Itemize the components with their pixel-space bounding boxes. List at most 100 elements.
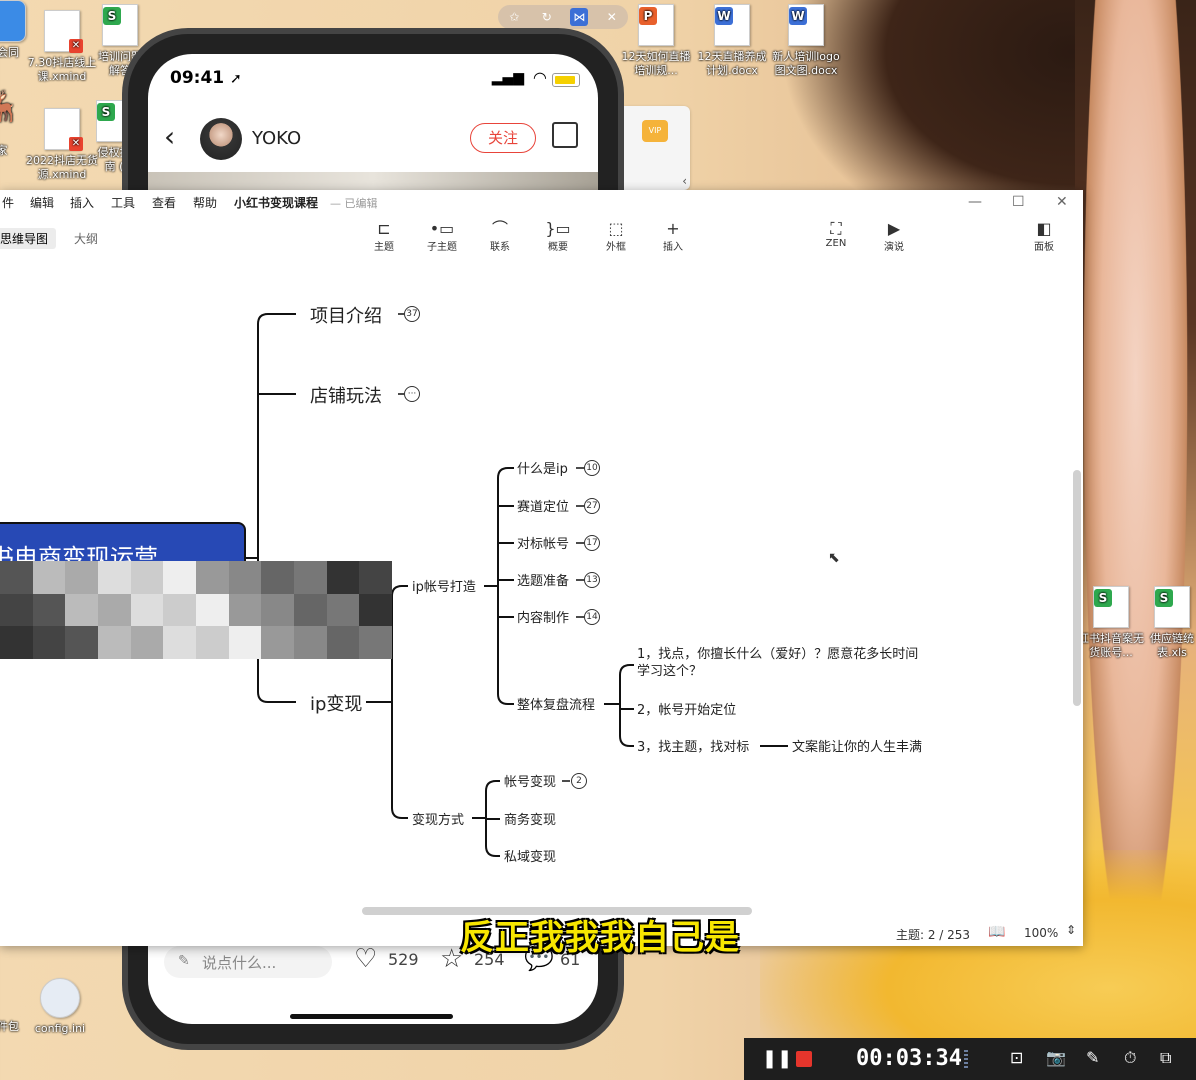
minimize-icon[interactable]: — [968,194,982,210]
zen-icon: ⛶ [830,219,842,238]
home-indicator [290,1014,453,1019]
tab-outline[interactable]: 大纲 [74,230,98,247]
close-icon[interactable]: ✕ [603,8,621,26]
desktop-icon-sheet-4[interactable]: S 供应链统表.xls [1142,586,1196,660]
collapsed-count-badge[interactable]: 14 [584,609,600,625]
desktop-icon-xmind-1[interactable]: ✕ 7.30抖店线上课.xmind [24,10,100,84]
collapsed-count-badge[interactable]: 17 [584,535,600,551]
collapsed-count-badge[interactable]: ··· [404,386,420,402]
recording-timer: 00:03:34 [856,1046,962,1071]
branch-ip-monetize[interactable]: ip变现 [310,690,362,716]
topic-benchmark-account[interactable]: 对标帐号 [517,533,569,552]
heart-icon[interactable]: ♡ [354,944,377,974]
close-window-icon[interactable]: ✕ [1056,194,1068,210]
share-icon[interactable] [552,122,578,148]
ppt-file-icon: P [638,4,674,46]
zoom-level[interactable]: 100% [1024,926,1058,940]
maximize-icon[interactable]: ☐ [1012,194,1025,210]
timer-icon[interactable]: ⏱ [1124,1048,1136,1068]
map-icon[interactable]: 📖 [988,924,1005,940]
menu-view[interactable]: 查看 [152,194,176,211]
mosaic-tile [326,593,360,627]
toolbar-subtopic[interactable]: •▭ 子主题 [422,220,462,254]
toolbar-boundary[interactable]: ⬚ 外框 [596,220,636,254]
step-3-child[interactable]: 文案能让你的人生丰满 [792,736,922,755]
spreadsheet-file-icon: S [1154,586,1190,628]
window-icon[interactable]: ⧉ [1160,1048,1171,1068]
mosaic-tile [261,626,294,659]
pause-icon[interactable]: ❚❚ [762,1048,792,1069]
back-icon[interactable]: ‹ [164,120,175,153]
menu-tools[interactable]: 工具 [111,194,135,211]
mosaic-tile [359,593,392,627]
topic-monetize-methods[interactable]: 变现方式 [412,809,464,828]
refresh-icon[interactable]: ↻ [538,8,556,26]
step-3[interactable]: 3，找主题，找对标 [637,736,749,755]
branch-project-intro[interactable]: 项目介绍 [310,302,382,328]
desktop-icon[interactable]: 件包 [0,1020,46,1034]
toolbar-topic[interactable]: ⊏ 主题 [364,219,404,254]
toolbar-present[interactable]: ▶ 演说 [874,220,914,254]
pen-icon[interactable]: ✎ [1086,1048,1099,1067]
follow-button[interactable]: 关注 [470,123,536,153]
collapsed-count-badge[interactable]: 37 [404,306,420,322]
mosaic-tile [32,561,66,594]
step-2[interactable]: 2，帐号开始定位 [637,699,736,718]
collapsed-count-badge[interactable]: 10 [584,460,600,476]
topic-what-is-ip[interactable]: 什么是ip [517,458,568,477]
topic-track-positioning[interactable]: 赛道定位 [517,496,569,515]
vip-icon: VIP [642,120,668,142]
desktop-icon-word-2[interactable]: W 新人培训logo图文图.docx [768,4,844,78]
topic-private-domain[interactable]: 私域变现 [504,846,556,865]
desktop-icon-sheet-2[interactable]: S 侵权指南 ( [96,100,132,174]
topic-topic-prep[interactable]: 选题准备 [517,570,569,589]
toolbar-zen[interactable]: ⛶ ZEN [816,219,856,250]
menu-insert[interactable]: 插入 [70,194,94,211]
screenshot-region-icon[interactable]: ⊡ [1010,1048,1023,1067]
avatar[interactable] [200,118,242,160]
mindmap-canvas[interactable]: 书电商变现运营 项目介绍 37 店铺玩法 ··· ip变现 ip帐号打造 什么是… [0,260,1072,914]
topic-business-monetize[interactable]: 商务变现 [504,809,556,828]
collapsed-count-badge[interactable]: 2 [571,773,587,789]
comment-input[interactable]: ✎ 说点什么... [164,946,332,978]
desktop-icon-sheet-3[interactable]: S 红书抖音案无货账号... [1076,586,1146,660]
branch-store-play[interactable]: 店铺玩法 [310,382,382,408]
topic-ip-account[interactable]: ip帐号打造 [412,576,476,595]
pin-icon[interactable]: ✩ [505,8,523,26]
vip-card[interactable]: VIP ‹ [618,106,690,190]
toolbar-summary[interactable]: }▭ 概要 [538,220,578,254]
collapsed-count-badge[interactable]: 27 [584,498,600,514]
menu-help[interactable]: 帮助 [193,194,217,211]
screen-recorder-bar: ❚❚ 00:03:34 ⊡ 📷 ✎ ⏱ ⧉ [744,1038,1196,1080]
topic-icon: ⊏ [377,219,391,238]
menu-file[interactable]: 件 [2,194,14,211]
topic-content-creation[interactable]: 内容制作 [517,607,569,626]
gear-file-icon [40,978,80,1018]
mosaic-tile [130,561,164,594]
vertical-scrollbar[interactable] [1073,470,1081,706]
deer-icon: 🦌 [0,89,23,124]
toolbar-panel[interactable]: ◧ 面板 [1024,220,1064,254]
camera-icon[interactable]: 📷 [1046,1048,1066,1067]
username[interactable]: YOKO [252,128,301,149]
collapsed-count-badge[interactable]: 13 [584,572,600,588]
desktop-icon-word-1[interactable]: W 12天直播养成计划.docx [694,4,770,78]
toolbar-relationship[interactable]: ⌒ 联系 [480,220,520,254]
post-image[interactable] [148,172,598,190]
topic-review-process[interactable]: 整体复盘流程 [517,694,595,713]
mosaic-tile [261,593,294,627]
stop-icon[interactable] [796,1051,812,1067]
toolbar-insert[interactable]: + 插入 [653,220,693,254]
mosaic-tile [163,593,196,627]
xmind-icon[interactable]: ⋈ [570,8,589,26]
topic-account-monetize[interactable]: 帐号变现 [504,771,556,790]
desktop-icon-ppt[interactable]: P 12天如何直播培训规... [618,4,694,78]
tab-mindmap[interactable]: 思维导图 [0,228,57,249]
zoom-stepper-icon[interactable]: ⇕ [1066,923,1076,937]
step-1[interactable]: 1，找点，你擅长什么（爱好）？愿意花多长时间学习这个？ [637,646,927,680]
topic-count: 主题: 2 / 253 [896,928,971,942]
xmind-file-icon: ✕ [44,10,83,53]
desktop-icon-xmind-2[interactable]: ✕ 2022抖店无货源.xmind [24,108,100,182]
menu-edit[interactable]: 编辑 [30,194,54,211]
mosaic-tile [359,626,392,659]
